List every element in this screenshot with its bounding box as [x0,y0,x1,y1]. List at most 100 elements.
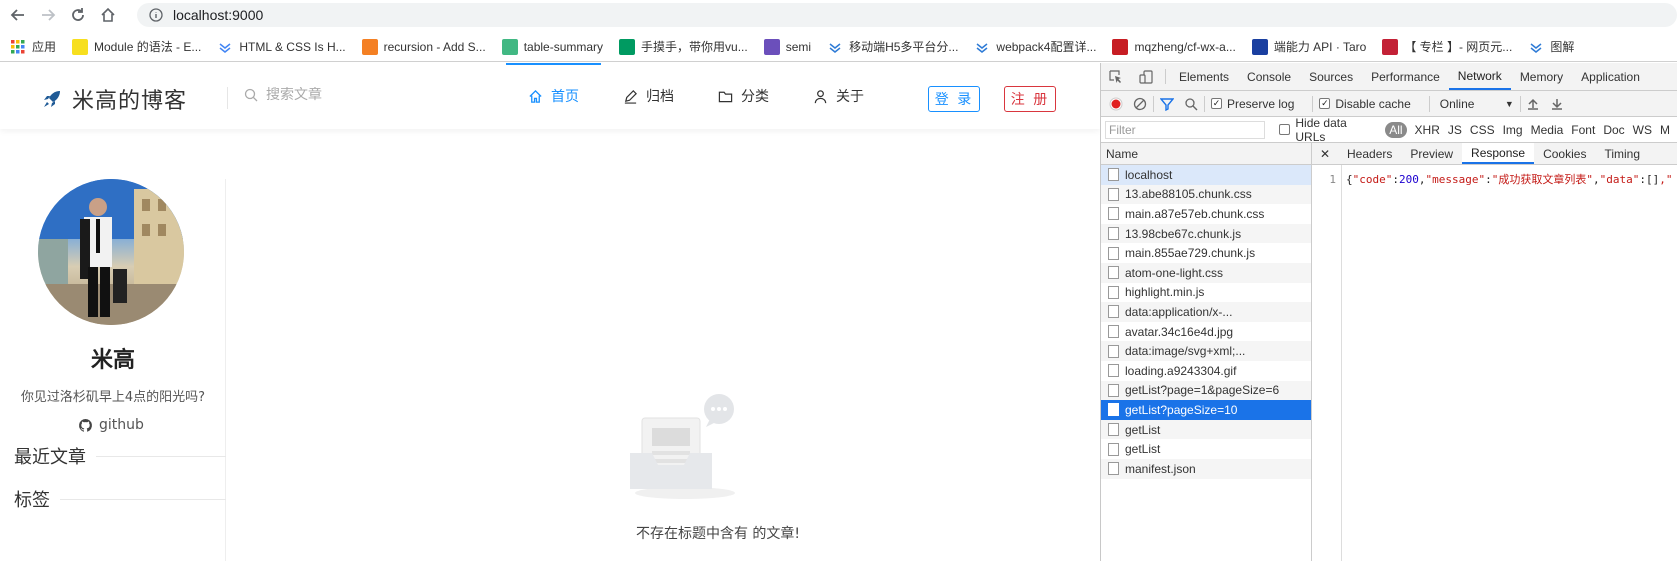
file-icon [1108,187,1119,201]
request-row[interactable]: 13.98cbe67c.chunk.js [1101,223,1311,244]
request-row[interactable]: avatar.34c16e4d.jpg [1101,321,1311,342]
devtools-tab-console[interactable]: Console [1238,63,1300,90]
detail-tab-timing[interactable]: Timing [1595,143,1649,164]
devtools-tab-network[interactable]: Network [1448,63,1511,90]
devtools-tab-sources[interactable]: Sources [1300,63,1362,90]
bookmark-item[interactable]: recursion - Add S... [361,38,486,55]
bookmark-label: mqzheng/cf-wx-a... [1134,39,1236,54]
stackoverflow-icon [361,38,378,55]
filter-type-ws[interactable]: WS [1633,123,1652,137]
bookmark-item[interactable]: 手摸手，带你用vu... [619,38,748,55]
reload-icon [72,8,84,21]
devtools-tab-elements[interactable]: Elements [1170,63,1238,90]
filter-input[interactable] [1105,120,1266,139]
request-row[interactable]: main.a87e57eb.chunk.css [1101,204,1311,224]
divider [60,498,226,500]
request-row[interactable]: getList?page=1&pageSize=6 [1101,380,1311,401]
bookmark-item[interactable]: Module 的语法 - E... [72,38,201,55]
filter-type-css[interactable]: CSS [1470,123,1495,137]
home-button[interactable] [96,3,120,27]
checkbox-checked-icon: ✓ [1211,98,1222,109]
record-button[interactable] [1109,97,1123,111]
filter-type-font[interactable]: Font [1571,123,1595,137]
bookmark-item[interactable]: table-summary [501,38,603,55]
devtools-tab-performance[interactable]: Performance [1362,63,1449,90]
filter-toggle-button[interactable] [1160,97,1174,111]
request-name: manifest.json [1125,461,1196,476]
disable-cache-checkbox[interactable]: ✓ Disable cache [1319,97,1411,111]
file-icon [1108,344,1119,358]
nav-category[interactable]: 分类 [696,63,791,129]
request-detail: ✕ Headers Preview Response Cookies Timing 1 {… [1312,143,1677,561]
filter-type-js[interactable]: JS [1448,123,1462,137]
preserve-log-checkbox[interactable]: ✓ Preserve log [1211,97,1294,111]
filter-type-img[interactable]: Img [1503,123,1523,137]
throttling-select[interactable]: Online ▼ [1440,97,1514,111]
request-row[interactable]: loading.a9243304.gif [1101,360,1311,381]
forward-button[interactable] [36,3,60,27]
detail-tab-headers[interactable]: Headers [1338,143,1401,164]
device-toggle-button[interactable] [1131,63,1161,90]
inspect-button[interactable] [1101,63,1131,90]
file-icon [1108,383,1119,397]
filter-type-all[interactable]: All [1385,121,1407,138]
request-row[interactable]: getList?pageSize=10 [1101,400,1311,420]
recent-posts-heading: 最近文章 [14,443,226,469]
request-row[interactable]: getList [1101,439,1311,459]
search-input[interactable] [266,87,416,103]
bookmark-item[interactable]: 移动端H5多平台分... [827,38,958,55]
request-row[interactable]: manifest.json [1101,458,1311,479]
login-button[interactable]: 登 录 [928,86,980,112]
clear-button[interactable] [1133,97,1147,111]
devtools-tab-application[interactable]: Application [1572,63,1649,90]
chevrons-icon [1528,39,1544,55]
site-header: 米高的博客 首页 归档 分类 关于 登 录 注 [0,63,1100,129]
detail-tab-response[interactable]: Response [1462,143,1535,164]
request-row[interactable]: atom-one-light.css [1101,262,1311,283]
bookmark-item[interactable]: 端能力 API · Taro [1251,38,1366,55]
filter-type-media[interactable]: Media [1531,123,1564,137]
request-row[interactable]: highlight.min.js [1101,282,1311,303]
name-column-header[interactable]: Name [1101,143,1311,165]
hide-data-urls-checkbox[interactable]: Hide data URLs [1279,116,1379,144]
bookmark-item[interactable]: semi [763,38,811,55]
filter-type-xhr[interactable]: XHR [1415,123,1440,137]
filter-type-doc[interactable]: Doc [1603,123,1624,137]
toolbar-separator [1519,95,1521,112]
request-row[interactable]: data:image/svg+xml;... [1101,341,1311,361]
file-icon [1108,285,1119,299]
request-row[interactable]: 13.abe88105.chunk.css [1101,184,1311,205]
devtools-tab-memory[interactable]: Memory [1511,63,1572,90]
site-brand[interactable]: 米高的博客 [42,83,187,115]
request-row[interactable]: main.855ae729.chunk.js [1101,243,1311,263]
github-link[interactable]: github [78,417,144,433]
nav-about[interactable]: 关于 [791,63,886,129]
bookmark-item[interactable]: webpack4配置详... [974,38,1096,55]
file-icon [1108,207,1119,221]
detail-tab-cookies[interactable]: Cookies [1534,143,1595,164]
search-box[interactable] [244,87,416,103]
close-detail-button[interactable]: ✕ [1312,143,1338,164]
bookmark-item[interactable]: 图解 [1528,38,1574,55]
back-button[interactable] [6,3,30,27]
request-row[interactable]: localhost [1101,165,1311,185]
bookmark-item[interactable]: HTML & CSS Is H... [217,39,346,55]
nav-category-label: 分类 [741,89,769,105]
request-row[interactable]: data:application/x-... [1101,302,1311,322]
bookmark-item[interactable]: mqzheng/cf-wx-a... [1112,38,1236,55]
bookmark-label: 图解 [1550,40,1575,54]
bookmark-item[interactable]: 应用 [10,38,56,55]
filter-type-m[interactable]: M [1660,123,1670,137]
search-button[interactable] [1184,97,1198,111]
chevrons-icon [974,39,990,55]
request-row[interactable]: getList [1101,419,1311,440]
nav-archive[interactable]: 归档 [601,63,696,129]
import-har-button[interactable] [1527,98,1539,110]
bookmark-item[interactable]: 【 专栏 】- 网页元... [1382,38,1512,55]
reload-button[interactable] [66,3,90,27]
address-bar[interactable]: localhost:9000 [137,3,1677,27]
nav-home[interactable]: 首页 [506,63,601,129]
export-har-button[interactable] [1551,98,1563,110]
register-button[interactable]: 注 册 [1004,86,1056,112]
detail-tab-preview[interactable]: Preview [1401,143,1462,164]
